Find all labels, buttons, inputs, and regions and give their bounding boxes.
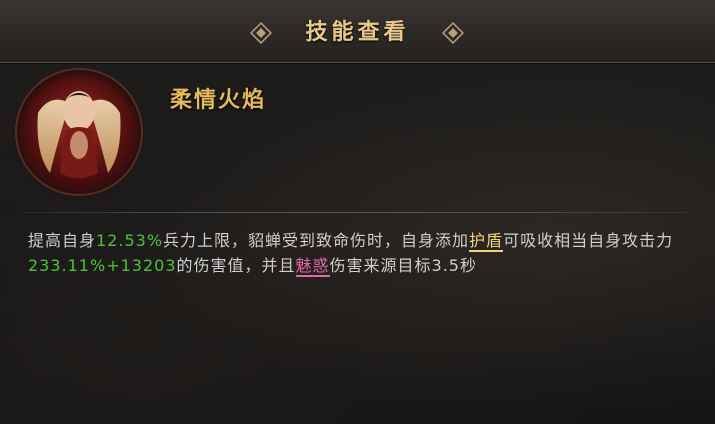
keyword-charm[interactable]: 魅惑 [295,256,330,277]
absorb-value: 233.11%+13203 [28,256,177,275]
desc-text: 的伤害值，并且 [176,256,296,275]
skill-view-panel: 技能查看 柔情火焰 提高自身12.53%兵力上限，貂蝉受到致命伤时，自身添加护盾… [0,0,715,424]
skill-portrait-icon [20,73,138,191]
shield-percent-value: 12.53% [96,231,164,250]
desc-text: 兵力上限，貂蝉受到致命伤时，自身添加 [163,231,470,250]
diamond-ornament-icon [442,22,464,44]
panel-header: 技能查看 [0,0,715,63]
desc-text: 伤害来源目标3.5秒 [329,256,477,275]
panel-title: 技能查看 [305,20,410,45]
desc-text: 可吸收相当自身攻击力 [503,231,674,250]
keyword-shield[interactable]: 护盾 [469,231,504,252]
divider [20,212,692,213]
skill-description: 提高自身12.53%兵力上限，貂蝉受到致命伤时，自身添加护盾可吸收相当自身攻击力… [28,228,693,278]
skill-name: 柔情火焰 [170,88,267,113]
desc-text: 提高自身 [28,231,97,250]
